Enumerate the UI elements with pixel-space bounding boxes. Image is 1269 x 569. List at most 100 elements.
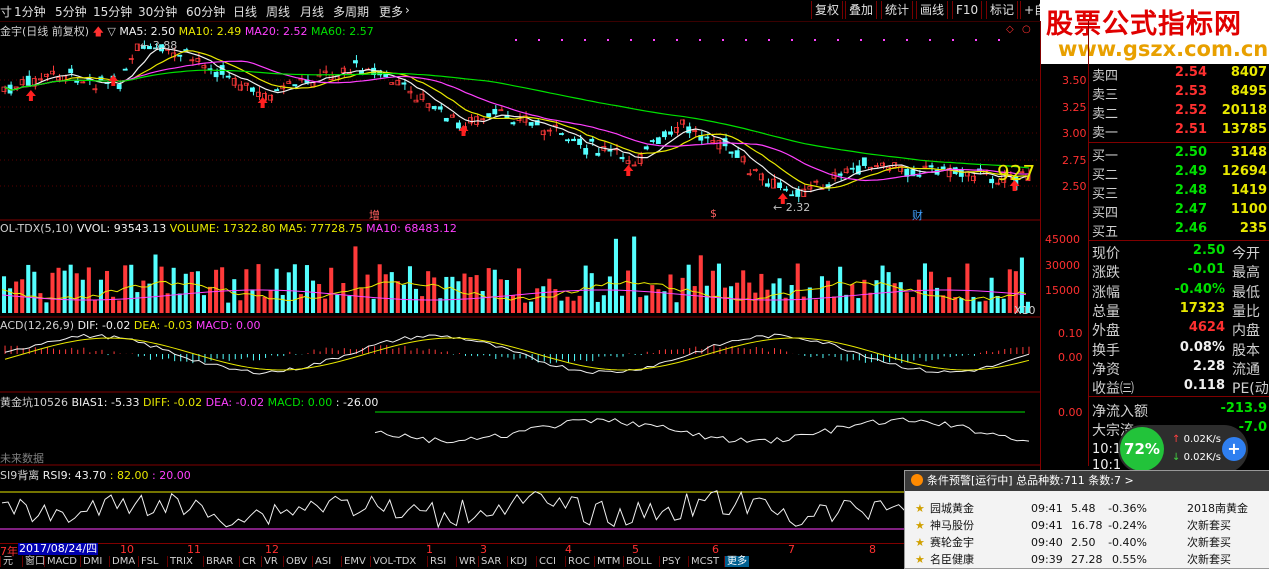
candle-body: [116, 84, 122, 90]
signal-dot: [699, 39, 701, 41]
indicator-tab[interactable]: WR: [456, 556, 478, 567]
chart-area[interactable]: 金宇(日线 前复权) 🡅 ▽ MA5: 2.50 MA10: 2.49 MA20…: [0, 21, 1040, 543]
period-monthly[interactable]: 月线: [300, 3, 324, 20]
sell-row[interactable]: 卖三 2.53 8495: [1088, 84, 1269, 103]
sell-row[interactable]: 卖二 2.52 20118: [1088, 103, 1269, 122]
indicator-tab[interactable]: ROC: [565, 556, 592, 567]
indicator-tab[interactable]: VR: [261, 556, 280, 567]
period-daily[interactable]: 日线: [233, 3, 257, 20]
alert-price: 2.50: [1071, 536, 1096, 549]
period-5min[interactable]: 5分钟: [55, 3, 87, 20]
volume-bar: [250, 289, 255, 313]
flow-value: -213.9: [1220, 401, 1267, 416]
info-label-2: 内盘: [1232, 323, 1260, 340]
volume-bar: [838, 266, 843, 313]
buy-row[interactable]: 买三 2.48 1419: [1088, 183, 1269, 202]
indicator-tab[interactable]: SAR: [478, 556, 503, 567]
indicator-tab[interactable]: FSL: [138, 556, 161, 567]
indicator-tab[interactable]: DMI: [80, 556, 104, 567]
rsi-upper-label: : 82.00: [109, 469, 149, 482]
macd-panel-title: ACD(12,26,9): [0, 319, 75, 332]
indicator-tab[interactable]: VOL-TDX: [370, 556, 418, 567]
info-value: -0.40%: [1174, 281, 1226, 297]
period-multi[interactable]: 多周期: [333, 3, 369, 20]
indicator-tab[interactable]: MTM: [594, 556, 622, 567]
sell-row[interactable]: 卖四 2.54 8407: [1088, 65, 1269, 84]
volume-bar: [807, 287, 812, 313]
alert-popup[interactable]: 条件预警[运行中] 总品种数:711 条数:7 > ★ 园城黄金 09:41 5…: [904, 470, 1269, 569]
volume-bar: [1001, 298, 1006, 313]
volume-bar: [68, 264, 73, 313]
period-1min[interactable]: 1分钟: [14, 3, 46, 20]
volume-bar: [595, 301, 600, 313]
info-label: 现价: [1092, 246, 1120, 262]
volume-bar: [741, 270, 746, 313]
indicator-tab[interactable]: PSY: [659, 556, 683, 567]
period-30min[interactable]: 30分钟: [138, 3, 177, 20]
big-number: 927: [997, 161, 1036, 185]
indicator-tab[interactable]: BOLL: [623, 556, 654, 567]
indicator-tab[interactable]: 元: [0, 556, 15, 567]
period-item[interactable]: 寸: [0, 3, 12, 20]
f10-button[interactable]: F10: [952, 1, 983, 19]
alert-header[interactable]: 条件预警[运行中] 总品种数:711 条数:7 >: [905, 471, 1269, 491]
indicator-tab[interactable]: ASI: [312, 556, 333, 567]
indicator-tab[interactable]: MACD: [44, 556, 79, 567]
indicator-tab[interactable]: EMV: [341, 556, 368, 567]
event-marker-zeng[interactable]: 增: [369, 207, 380, 223]
alert-tag: 次新套买: [1187, 519, 1231, 532]
sell-row[interactable]: 卖一 2.51 13785: [1088, 122, 1269, 141]
buy-row[interactable]: 买二 2.49 12694: [1088, 164, 1269, 183]
vol-ma5-label: MA5: 77728.75: [278, 222, 363, 235]
alert-row[interactable]: ★ 名臣健康 09:39 27.28 0.55% 次新套买: [905, 551, 1269, 568]
period-60min[interactable]: 60分钟: [186, 3, 225, 20]
chart-canvas[interactable]: [0, 21, 1040, 543]
info-value: 0.118: [1183, 378, 1225, 394]
alert-stock-name: 名臣健康: [930, 553, 974, 566]
indicator-tab[interactable]: BRAR: [203, 556, 235, 567]
network-speed-widget[interactable]: 72% ↑ 0.02K/s ↓ 0.02K/s +: [1118, 425, 1248, 473]
indicator-tab[interactable]: KDJ: [507, 556, 529, 567]
indicator-tab[interactable]: MCST: [688, 556, 721, 567]
diamond-icon[interactable]: ◇: [1006, 24, 1014, 35]
indicator-tab[interactable]: CR: [239, 556, 258, 567]
info-label-2: 流通: [1232, 361, 1260, 378]
alert-row[interactable]: ★ 赛轮金宇 09:40 2.50 -0.40% 次新套买: [905, 534, 1269, 551]
volume-bar: [14, 281, 19, 313]
volume-bar: [559, 300, 564, 313]
event-marker-cai[interactable]: 财: [912, 207, 923, 223]
volume-bar: [486, 268, 491, 313]
indicator-tab[interactable]: RSI: [427, 556, 448, 567]
signal-dot: [768, 39, 770, 41]
draw-button[interactable]: 画线: [916, 1, 949, 19]
volume-bar: [20, 279, 25, 313]
indicator-tab[interactable]: TRIX: [167, 556, 195, 567]
indicator-tab[interactable]: CCI: [536, 556, 558, 567]
star-icon: ★: [915, 519, 925, 532]
mark-button[interactable]: 标记: [986, 1, 1019, 19]
period-more[interactable]: 更多: [379, 3, 403, 20]
volume-bar: [553, 289, 558, 313]
indicator-tab[interactable]: OBV: [283, 556, 309, 567]
volume-bar: [989, 277, 994, 313]
chevron-right-icon[interactable]: ›: [405, 3, 410, 17]
overlay-button[interactable]: 叠加: [845, 1, 878, 19]
circle-icon[interactable]: ○: [1022, 24, 1031, 35]
buy-row[interactable]: 买四 2.47 1100: [1088, 202, 1269, 221]
plus-icon[interactable]: +: [1222, 437, 1246, 461]
indicator-tab[interactable]: DMA: [109, 556, 137, 567]
event-marker-dollar[interactable]: $: [710, 207, 717, 220]
stats-button[interactable]: 统计: [881, 1, 914, 19]
alert-row[interactable]: ★ 园城黄金 09:41 5.48 -0.36% 2018南黄金: [905, 500, 1269, 517]
alert-stock-name: 赛轮金宇: [930, 536, 974, 549]
buy-row[interactable]: 买五 2.46 235: [1088, 221, 1269, 240]
buy-row[interactable]: 买一 2.50 3148: [1088, 145, 1269, 164]
vvol-label: VVOL: 93543.13: [76, 222, 167, 235]
period-15min[interactable]: 15分钟: [93, 3, 132, 20]
indicator-tab[interactable]: 更多: [724, 556, 749, 567]
period-weekly[interactable]: 周线: [266, 3, 290, 20]
dea-label: DEA: -0.03: [133, 319, 193, 332]
alert-row[interactable]: ★ 神马股份 09:41 16.78 -0.24% 次新套买: [905, 517, 1269, 534]
fuquan-button[interactable]: 复权: [811, 1, 844, 19]
buy-price: 2.47: [1174, 202, 1207, 217]
